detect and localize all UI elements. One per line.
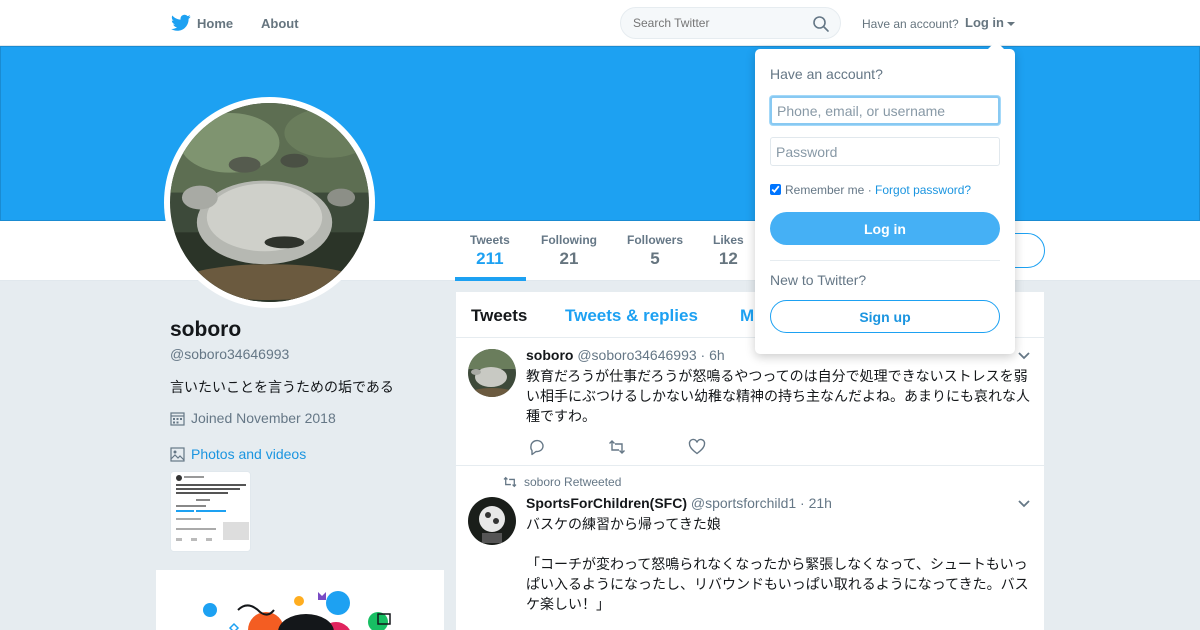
stat-label: Tweets — [470, 233, 510, 247]
login-link-label: Log in — [965, 15, 1004, 30]
image-icon — [170, 447, 185, 462]
twitter-bird-icon[interactable] — [171, 14, 191, 32]
dot-separator: · — [800, 495, 805, 511]
stat-label: Followers — [627, 233, 684, 247]
login-dropdown-toggle[interactable]: Log in — [965, 15, 1015, 30]
tweet-screenshot-thumbnail — [171, 472, 250, 551]
promo-illustration — [203, 591, 391, 630]
tweet-author-name[interactable]: soboro — [526, 347, 573, 363]
top-navigation: Home About Have an account? Log in — [0, 0, 1200, 46]
tweet-header: soboro @soboro34646993 · 6h — [526, 347, 725, 363]
dropdown-title: Have an account? — [770, 66, 883, 82]
dropdown-divider — [770, 260, 1000, 261]
stat-label: Following — [541, 233, 597, 247]
search-icon[interactable] — [812, 15, 830, 33]
active-stat-underline — [455, 277, 526, 281]
turtle-avatar-image — [468, 349, 516, 397]
tab-media[interactable]: M — [740, 306, 754, 326]
profile-avatar[interactable] — [164, 97, 375, 308]
chevron-down-icon[interactable] — [1018, 352, 1030, 360]
tweet-text-line2: 「コーチが変わって怒鳴られなくなったから緊張しなくなって、シュートもいっぱい入る… — [526, 556, 1029, 612]
tweet-author-name[interactable]: SportsForChildren(SFC) — [526, 495, 687, 511]
tab-tweets[interactable]: Tweets — [471, 306, 527, 326]
retweeted-indicator: soboro Retweeted — [502, 475, 621, 489]
username-field[interactable] — [770, 96, 1000, 125]
photos-videos-link[interactable]: Photos and videos — [170, 446, 306, 462]
password-field[interactable] — [770, 137, 1000, 166]
stat-value: 21 — [559, 249, 579, 268]
forgot-password-link[interactable]: Forgot password? — [875, 183, 971, 197]
tweet-avatar[interactable] — [468, 349, 516, 397]
stat-following[interactable]: Following 21 — [541, 233, 597, 269]
joined-label: Joined November 2018 — [191, 410, 336, 426]
sfc-avatar-image — [468, 497, 516, 545]
remember-me-label[interactable]: Remember me — [785, 183, 864, 197]
turtle-photo — [170, 103, 369, 302]
new-to-twitter-label: New to Twitter? — [770, 272, 867, 288]
tab-tweets-replies[interactable]: Tweets & replies — [565, 306, 698, 326]
tweet-text: 教育だろうが仕事だろうが怒鳴るやつってのは自分で処理できないストレスを弱い相手に… — [526, 368, 1030, 424]
login-button[interactable]: Log in — [770, 212, 1000, 245]
tweet[interactable]: soboro @soboro34646993 · 6h 教育だろうが仕事だろうが… — [456, 339, 1044, 465]
tweet[interactable]: soboro Retweeted SportsForChildren(SFC) … — [456, 466, 1044, 630]
photos-videos-label: Photos and videos — [191, 446, 307, 462]
remember-row: Remember me · Forgot password? — [770, 183, 971, 197]
nav-home-link[interactable]: Home — [197, 16, 233, 31]
retweeted-by-label[interactable]: soboro Retweeted — [524, 475, 621, 489]
profile-name[interactable]: soboro — [170, 318, 241, 342]
profile-bio: 言いたいことを言うための垢である — [170, 379, 394, 395]
profile-joined: Joined November 2018 — [170, 410, 336, 426]
stat-followers[interactable]: Followers 5 — [627, 233, 683, 269]
tweet-timestamp[interactable]: 21h — [809, 495, 832, 511]
tweet-author-handle[interactable]: @sportsforchild1 — [691, 495, 796, 511]
stat-value: 5 — [650, 249, 660, 268]
tweet-timestamp[interactable]: 6h — [709, 347, 725, 363]
dot-separator: · — [700, 347, 706, 363]
retweet-icon[interactable] — [608, 438, 626, 456]
retweet-small-icon — [503, 476, 517, 488]
stat-tweets[interactable]: Tweets 211 — [470, 233, 510, 269]
media-thumbnail[interactable] — [170, 471, 251, 552]
like-icon[interactable] — [688, 438, 706, 456]
stat-likes[interactable]: Likes 12 — [713, 233, 744, 269]
signup-button[interactable]: Sign up — [770, 300, 1000, 333]
chevron-down-icon[interactable] — [1018, 500, 1030, 508]
tweet-text-line1: バスケの練習から帰ってきた娘 — [526, 516, 721, 532]
login-dropdown: Have an account? Remember me · Forgot pa… — [755, 41, 1015, 354]
stat-value: 211 — [476, 249, 504, 268]
caret-down-icon — [1007, 21, 1015, 26]
tweet-header: SportsForChildren(SFC) @sportsforchild1 … — [526, 495, 832, 511]
stat-value: 12 — [718, 249, 738, 268]
calendar-icon — [170, 412, 185, 426]
dropdown-arrow — [988, 41, 1004, 49]
stat-label: Likes — [713, 233, 744, 247]
remember-me-checkbox[interactable] — [770, 184, 781, 195]
have-account-label: Have an account? — [862, 17, 959, 31]
promo-card — [156, 570, 444, 630]
search-input[interactable] — [633, 16, 803, 30]
tweet-avatar[interactable] — [468, 497, 516, 545]
search-box[interactable] — [620, 7, 841, 39]
profile-handle[interactable]: @soboro34646993 — [170, 346, 289, 362]
reply-icon[interactable] — [528, 438, 546, 456]
tweet-author-handle[interactable]: @soboro34646993 — [577, 347, 696, 363]
nav-about-link[interactable]: About — [261, 16, 299, 31]
dot-separator: · — [867, 183, 872, 197]
